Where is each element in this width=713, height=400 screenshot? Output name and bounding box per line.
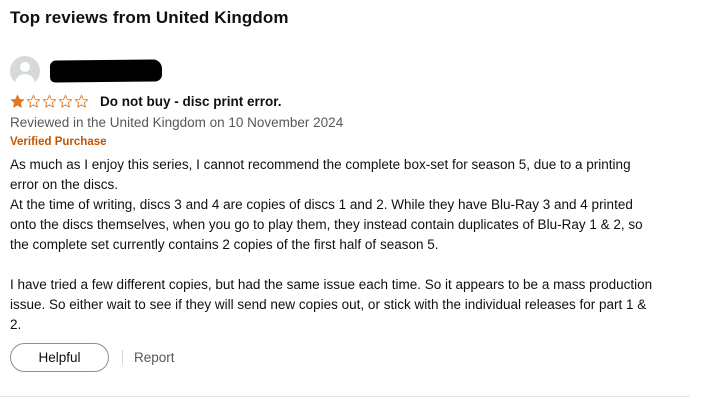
review-text-line: As much as I enjoy this series, I cannot… (10, 157, 631, 172)
review-text-line: onto the discs themselves, when you go t… (10, 217, 643, 232)
report-link[interactable]: Report (134, 350, 175, 365)
section-title: Top reviews from United Kingdom (10, 8, 289, 27)
redacted-author-name (49, 59, 163, 83)
rating-row: Do not buy - disc print error. (10, 92, 282, 110)
review-text-line: the complete set currently contains 2 co… (10, 237, 439, 252)
review-text-line: error on the discs. (10, 177, 119, 192)
verified-purchase-badge: Verified Purchase (10, 136, 107, 148)
avatar-head (20, 62, 30, 72)
review-text-line: 2. (10, 317, 22, 332)
review-title[interactable]: Do not buy - disc print error. (100, 94, 282, 109)
review-body: As much as I enjoy this series, I cannot… (10, 155, 700, 335)
review-text-line: issue. So either wait to see if they wil… (10, 297, 647, 312)
helpful-button[interactable]: Helpful (10, 343, 109, 372)
star-empty-icon (26, 94, 41, 109)
review-text-line: I have tried a few different copies, but… (10, 277, 653, 292)
star-rating[interactable] (10, 94, 90, 109)
avatar-icon[interactable] (10, 56, 40, 86)
star-empty-icon (58, 94, 73, 109)
review-text-line: At the time of writing, discs 3 and 4 ar… (10, 197, 633, 212)
review-separator (0, 396, 690, 397)
avatar-body (15, 74, 35, 86)
review-date: Reviewed in the United Kingdom on 10 Nov… (10, 115, 344, 130)
action-divider (122, 350, 123, 365)
star-filled-icon (10, 94, 25, 109)
star-empty-icon (42, 94, 57, 109)
star-empty-icon (74, 94, 89, 109)
